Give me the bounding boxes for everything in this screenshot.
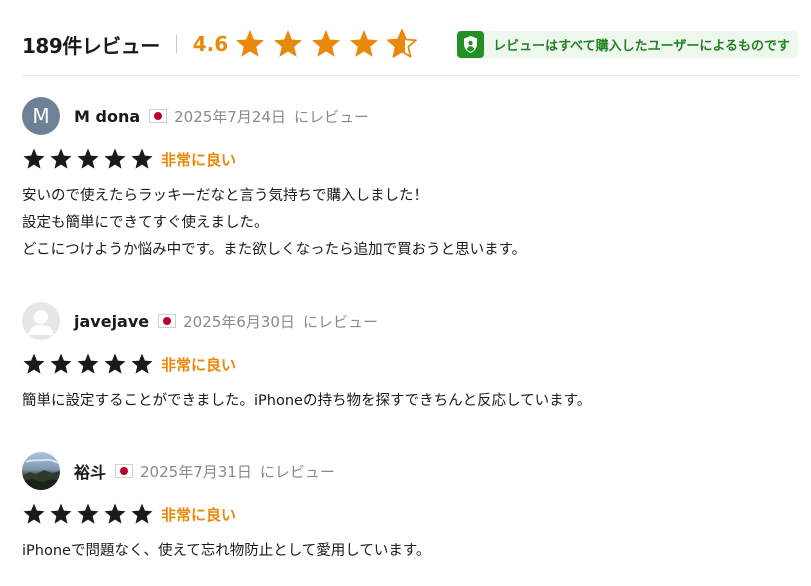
japan-flag-icon	[115, 464, 134, 478]
review-stars	[22, 147, 154, 171]
header-divider	[175, 35, 177, 53]
review-rating: 非常に良い	[22, 502, 798, 526]
header-separator	[22, 75, 798, 76]
star-icon	[23, 148, 45, 169]
review-date: 2025年7月24日	[174, 107, 286, 126]
star-icon	[77, 503, 99, 524]
star-icon	[104, 353, 126, 374]
reviewer-name[interactable]: M dona	[74, 107, 140, 126]
review-count: 189件レビュー	[22, 33, 160, 58]
review-item: javejave 2025年6月30日 にレビュー 非常に良い 簡単に設定するこ…	[22, 302, 798, 415]
review-text-line: 設定も簡単にできてすぐ使えました。	[22, 215, 269, 231]
review-date: 2025年7月31日	[140, 462, 252, 481]
rating-label: 非常に良い	[161, 355, 237, 374]
review-rating: 非常に良い	[22, 147, 798, 171]
verified-purchase-badge: レビューはすべて購入したユーザーによるものです	[457, 31, 798, 58]
star-icon	[50, 503, 72, 524]
rating-label: 非常に良い	[161, 505, 237, 524]
star-icon	[23, 503, 45, 524]
star-icon	[350, 30, 379, 57]
avatar-letter: M	[32, 104, 50, 128]
review-text-line: iPhoneで問題なく、使えて忘れ物防止として愛用しています。	[22, 543, 431, 559]
star-icon	[131, 148, 153, 169]
reviewer-name[interactable]: javejave	[74, 312, 149, 331]
reviewer-name[interactable]: 裕斗	[74, 459, 106, 483]
star-icon	[77, 148, 99, 169]
review-header: M M dona 2025年7月24日 にレビュー	[22, 97, 798, 135]
review-text-line: 安いので使えたらラッキーだなと言う気持ちで購入しました！	[22, 188, 428, 204]
review-date: 2025年6月30日	[183, 312, 295, 331]
landscape-photo-avatar	[22, 452, 60, 490]
star-icon	[50, 148, 72, 169]
review-summary-header: 189件レビュー 4.6 レビューはすべて購入したユーザーによるものです	[22, 24, 798, 64]
average-rating: 4.6	[192, 32, 229, 56]
review-text: 安いので使えたらラッキーだなと言う気持ちで購入しました！ 設定も簡単にできてすぐ…	[22, 183, 798, 264]
verified-user-icon	[457, 31, 485, 58]
review-date-suffix: にレビュー	[302, 312, 378, 331]
review-text-line: どこにつけようか悩み中です。また欲しくなったら追加で買おうと思います。	[22, 242, 527, 258]
star-icon	[236, 30, 265, 57]
star-icon	[50, 353, 72, 374]
review-date-suffix: にレビュー	[293, 107, 369, 126]
japan-flag-icon	[158, 314, 177, 328]
star-icon	[77, 353, 99, 374]
star-icon	[104, 503, 126, 524]
verified-purchase-text: レビューはすべて購入したユーザーによるものです	[493, 39, 790, 54]
star-icon	[274, 30, 303, 57]
star-icon	[104, 148, 126, 169]
default-user-icon	[22, 302, 60, 340]
japan-flag-icon	[149, 109, 168, 123]
avatar: M	[22, 97, 60, 135]
review-rating: 非常に良い	[22, 352, 798, 376]
half-star-icon	[387, 29, 418, 58]
rating-label: 非常に良い	[161, 150, 237, 169]
average-rating-stars	[234, 28, 418, 60]
review-text: iPhoneで問題なく、使えて忘れ物防止として愛用しています。	[22, 538, 798, 565]
star-icon	[312, 30, 341, 57]
review-header: 裕斗 2025年7月31日 にレビュー	[22, 452, 798, 490]
star-icon	[131, 353, 153, 374]
review-item: M M dona 2025年7月24日 にレビュー 非常に良い 安いので使えたら…	[22, 97, 798, 264]
review-header: javejave 2025年6月30日 にレビュー	[22, 302, 798, 340]
review-date-suffix: にレビュー	[259, 462, 335, 481]
star-icon	[23, 353, 45, 374]
review-item: 裕斗 2025年7月31日 にレビュー 非常に良い iPhoneで問題なく、使え…	[22, 452, 798, 565]
review-text-line: 簡単に設定することができました。iPhoneの持ち物を探すできちんと反応していま…	[22, 393, 592, 409]
review-stars	[22, 502, 154, 526]
review-text: 簡単に設定することができました。iPhoneの持ち物を探すできちんと反応していま…	[22, 388, 798, 415]
star-icon	[131, 503, 153, 524]
review-stars	[22, 352, 154, 376]
